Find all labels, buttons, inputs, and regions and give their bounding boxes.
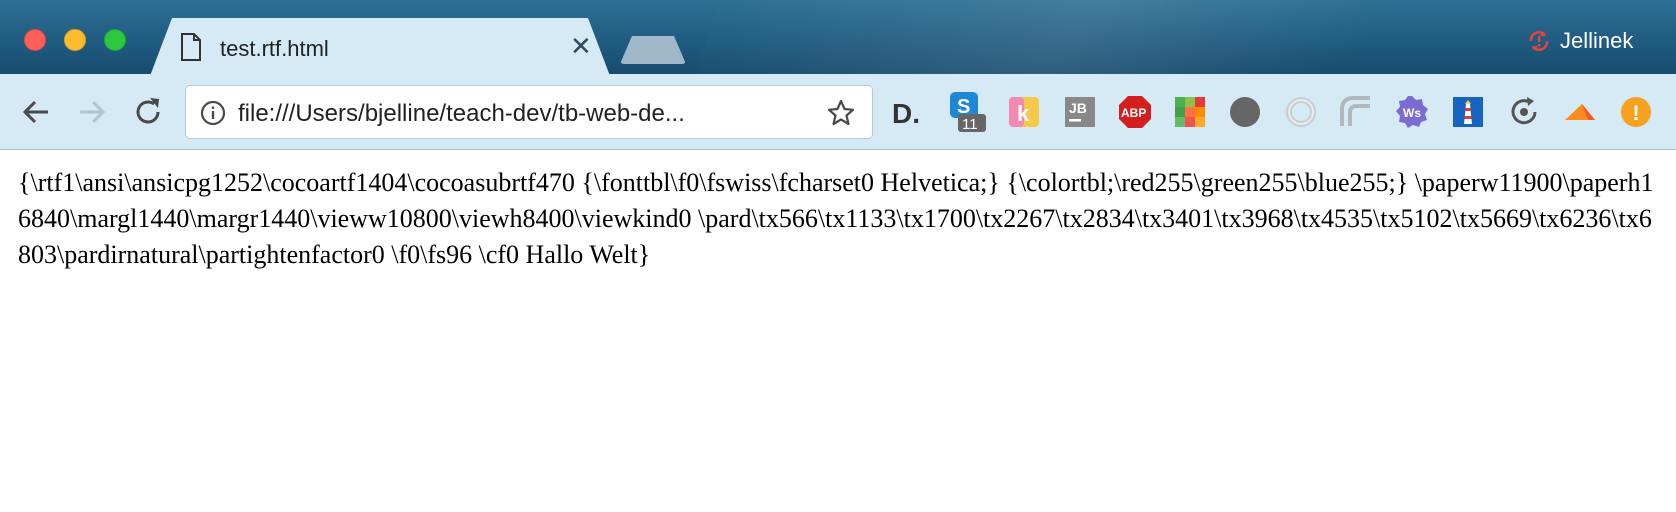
s-extension-icon[interactable]: S 11	[948, 90, 988, 134]
lighthouse-icon[interactable]	[1450, 94, 1486, 130]
title-bar-shine	[663, 0, 1637, 74]
tab-title: test.rtf.html	[220, 36, 329, 61]
rounded-square-icon[interactable]	[1338, 94, 1374, 130]
orange-shape-icon[interactable]	[1562, 94, 1598, 130]
profile-name: Jellinek	[1560, 28, 1634, 53]
profile-button[interactable]: Jellinek	[1526, 28, 1633, 54]
svg-text:11: 11	[962, 116, 978, 133]
reload-icon[interactable]	[130, 94, 166, 130]
d-extension-icon[interactable]: D.	[890, 94, 926, 130]
sync-error-icon	[1529, 31, 1549, 51]
zoom-window-button[interactable]	[104, 29, 126, 51]
title-bar: test.rtf.html ✕ Jellinek	[0, 0, 1676, 74]
page-content: {\rtf1\ansi\ansicpg1252\cocoartf1404\coc…	[0, 151, 1676, 512]
svg-text:JB: JB	[1069, 100, 1087, 116]
color-grid-icon[interactable]	[1172, 94, 1208, 130]
file-icon	[181, 33, 201, 61]
gray-circle-icon[interactable]	[1227, 94, 1263, 130]
address-input[interactable]: file:///Users/bjelline/teach-dev/tb-web-…	[238, 100, 808, 128]
rtf-source-text: {\rtf1\ansi\ansicpg1252\cocoartf1404\coc…	[18, 168, 1654, 269]
refresh-circle-icon[interactable]	[1506, 94, 1542, 130]
svg-text:ABP: ABP	[1121, 106, 1146, 120]
browser-toolbar: file:///Users/bjelline/teach-dev/tb-web-…	[0, 74, 1676, 150]
ws-extension-icon[interactable]: Ws	[1394, 94, 1430, 130]
svg-text:k: k	[1017, 101, 1030, 126]
svg-text:!: !	[1633, 102, 1640, 125]
tab-close-icon[interactable]: ✕	[570, 33, 592, 59]
ring-icon[interactable]	[1283, 94, 1319, 130]
arrow-right-icon[interactable]	[74, 94, 110, 130]
arrow-left-icon[interactable]	[18, 94, 54, 130]
tab-active[interactable]	[150, 18, 610, 74]
svg-text:D.: D.	[892, 98, 920, 129]
alert-icon[interactable]: !	[1618, 94, 1654, 130]
close-window-button[interactable]	[24, 29, 46, 51]
k-extension-icon[interactable]: k	[1006, 94, 1042, 130]
star-icon[interactable]	[826, 98, 856, 128]
svg-text:Ws: Ws	[1403, 106, 1421, 120]
minimize-window-button[interactable]	[64, 29, 86, 51]
address-bar[interactable]: file:///Users/bjelline/teach-dev/tb-web-…	[185, 85, 873, 139]
new-tab-button[interactable]	[620, 36, 686, 64]
jetbrains-icon[interactable]: JB	[1062, 94, 1098, 130]
adblock-plus-icon[interactable]: ABP	[1117, 94, 1153, 130]
info-icon[interactable]	[200, 100, 226, 126]
